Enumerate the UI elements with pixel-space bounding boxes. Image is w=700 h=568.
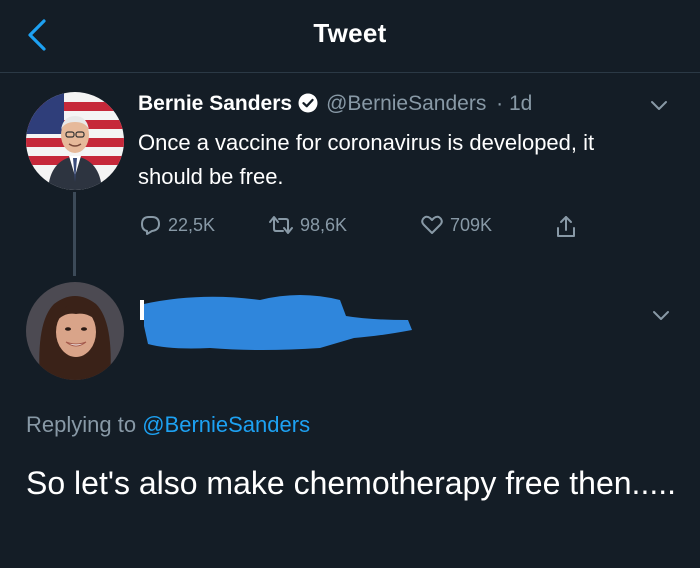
chevron-down-icon[interactable] [652, 310, 670, 322]
verified-badge-icon [298, 93, 318, 113]
chevron-down-icon[interactable] [650, 100, 668, 112]
share-icon [557, 216, 575, 237]
like-button[interactable]: 709K [420, 214, 492, 236]
redaction-scribble [140, 295, 412, 350]
timestamp: · 1d [496, 92, 533, 115]
replying-to-line: Replying to @BernieSanders [26, 412, 310, 438]
avatar[interactable] [26, 92, 124, 190]
header-divider [0, 72, 700, 73]
reply-icon [141, 216, 160, 235]
retweet-button[interactable]: 98,6K [268, 214, 347, 236]
retweet-count: 98,6K [300, 214, 348, 235]
like-count: 709K [450, 214, 493, 235]
replying-to-handle[interactable]: @BernieSanders [142, 412, 310, 437]
thread-connector [73, 192, 76, 276]
top-bar: Tweet [0, 0, 700, 70]
reply-button[interactable]: 22,5K [138, 214, 215, 236]
heart-icon [421, 215, 443, 234]
share-button[interactable] [554, 214, 578, 240]
page-title: Tweet [313, 18, 387, 48]
retweet-icon [269, 216, 293, 234]
reply-count: 22,5K [168, 214, 216, 235]
author-name[interactable]: Bernie Sanders [138, 92, 292, 115]
reply-text: So let's also make chemotherapy free the… [26, 465, 676, 501]
author-handle[interactable]: @BernieSanders [326, 92, 486, 115]
tweet-header: Bernie Sanders @BernieSanders · 1d [138, 92, 532, 116]
replying-to-label: Replying to [26, 412, 137, 437]
avatar[interactable] [26, 282, 124, 380]
tweet-actions: 22,5K 98,6K 709K [138, 214, 658, 244]
tweet-text: Once a vaccine for coronavirus is develo… [138, 130, 595, 189]
